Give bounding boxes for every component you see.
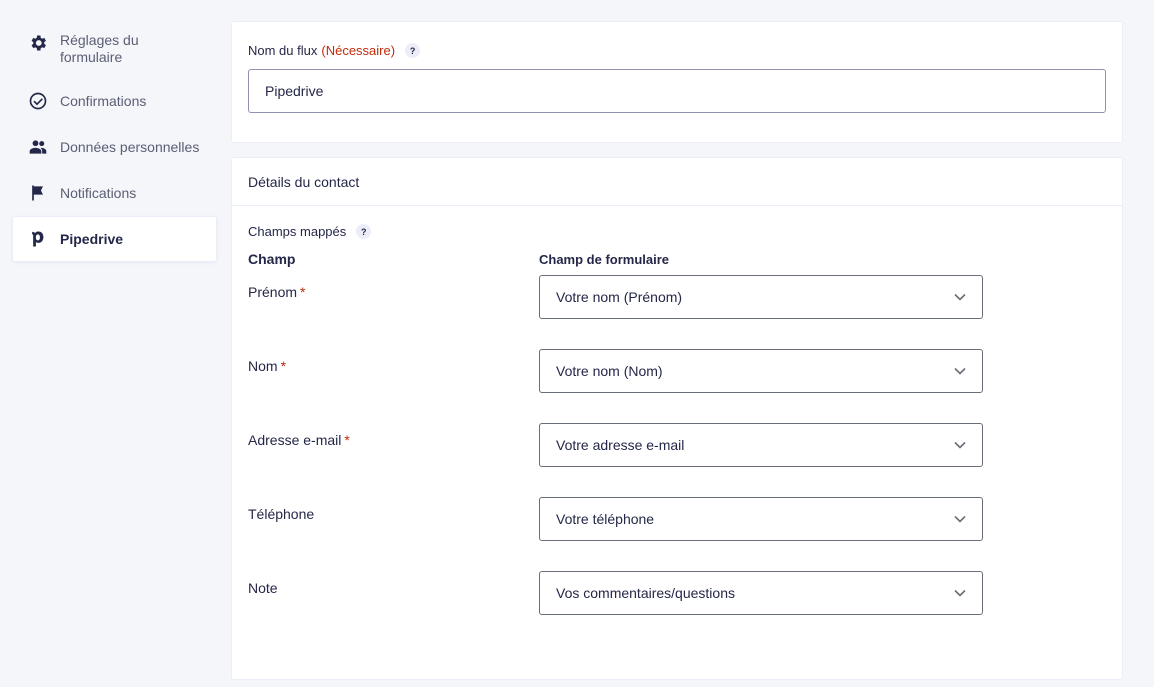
chevron-down-icon [954, 293, 966, 301]
form-field-select[interactable]: Votre téléphone [539, 497, 983, 541]
users-icon [27, 136, 49, 158]
field-name: Prénom [248, 284, 298, 300]
mapping-row-label: Note [248, 580, 278, 596]
sidebar-item-personal-data[interactable]: Données personnelles [12, 124, 217, 170]
sidebar-item-pipedrive[interactable]: Pipedrive [12, 216, 217, 262]
column-header-form-field: Champ de formulaire [539, 252, 670, 267]
sidebar-item-label: Réglages du formulaire [60, 32, 139, 65]
form-field-select[interactable]: Votre nom (Nom) [539, 349, 983, 393]
mapping-column-headers: Champ Champ de formulaire [248, 251, 1106, 267]
sidebar-item-label: Confirmations [60, 92, 147, 109]
select-value: Votre nom (Nom) [556, 363, 663, 379]
sidebar-item-label: Pipedrive [60, 230, 124, 247]
select-value: Votre adresse e-mail [556, 437, 685, 453]
form-field-select[interactable]: Votre adresse e-mail [539, 423, 983, 467]
chevron-down-icon [954, 367, 966, 375]
required-indicator: * [344, 432, 350, 448]
contact-details-panel: Détails du contact Champs mappés ? Champ… [231, 157, 1123, 680]
feed-name-panel: Nom du flux (Nécessaire) ? [231, 21, 1123, 143]
mapped-fields-label: Champs mappés ? [248, 224, 1106, 239]
mapping-row-label: Adresse e-mail * [248, 432, 350, 448]
sidebar-item-label: Données personnelles [60, 138, 200, 155]
mapping-row-label: Prénom * [248, 284, 305, 300]
field-name: Adresse e-mail [248, 432, 342, 448]
chevron-down-icon [954, 589, 966, 597]
mapping-row-label: Nom * [248, 358, 286, 374]
mapped-fields-section: Champs mappés ? Champ Champ de formulair… [232, 206, 1122, 267]
feed-name-input[interactable] [248, 69, 1106, 113]
feed-name-label: Nom du flux (Nécessaire) ? [248, 43, 1106, 58]
field-name: Téléphone [248, 506, 315, 522]
chevron-down-icon [954, 515, 966, 523]
column-header-field: Champ [248, 251, 296, 267]
help-icon[interactable]: ? [356, 224, 372, 239]
chevron-down-icon [954, 441, 966, 449]
sidebar-item-confirmations[interactable]: Confirmations [12, 78, 217, 124]
sidebar: Réglages du formulaire Confirmations Don… [12, 20, 217, 262]
field-name: Nom [248, 358, 278, 374]
required-indicator: * [280, 358, 287, 374]
flag-icon [27, 182, 49, 204]
feed-name-label-text: Nom du flux [248, 43, 318, 58]
panel-title: Détails du contact [232, 158, 1122, 206]
select-value: Votre nom (Prénom) [556, 289, 683, 305]
form-field-select[interactable]: Votre nom (Prénom) [539, 275, 983, 319]
help-icon[interactable]: ? [405, 43, 421, 58]
required-indicator: * [300, 284, 306, 300]
select-value: Vos commentaires/questions [556, 585, 735, 601]
sidebar-item-notifications[interactable]: Notifications [12, 170, 217, 216]
check-circle-icon [27, 90, 49, 112]
pipedrive-icon [27, 228, 49, 250]
required-indicator: (Nécessaire) [321, 43, 396, 58]
select-value: Votre téléphone [556, 511, 655, 527]
gear-icon [27, 32, 49, 54]
mapping-row-label: Téléphone [248, 506, 314, 522]
sidebar-item-form-settings[interactable]: Réglages du formulaire [12, 20, 217, 78]
sidebar-item-label: Notifications [60, 184, 137, 201]
mapped-fields-label-text: Champs mappés [248, 224, 347, 239]
form-field-select[interactable]: Vos commentaires/questions [539, 571, 983, 615]
field-name: Note [248, 580, 278, 596]
